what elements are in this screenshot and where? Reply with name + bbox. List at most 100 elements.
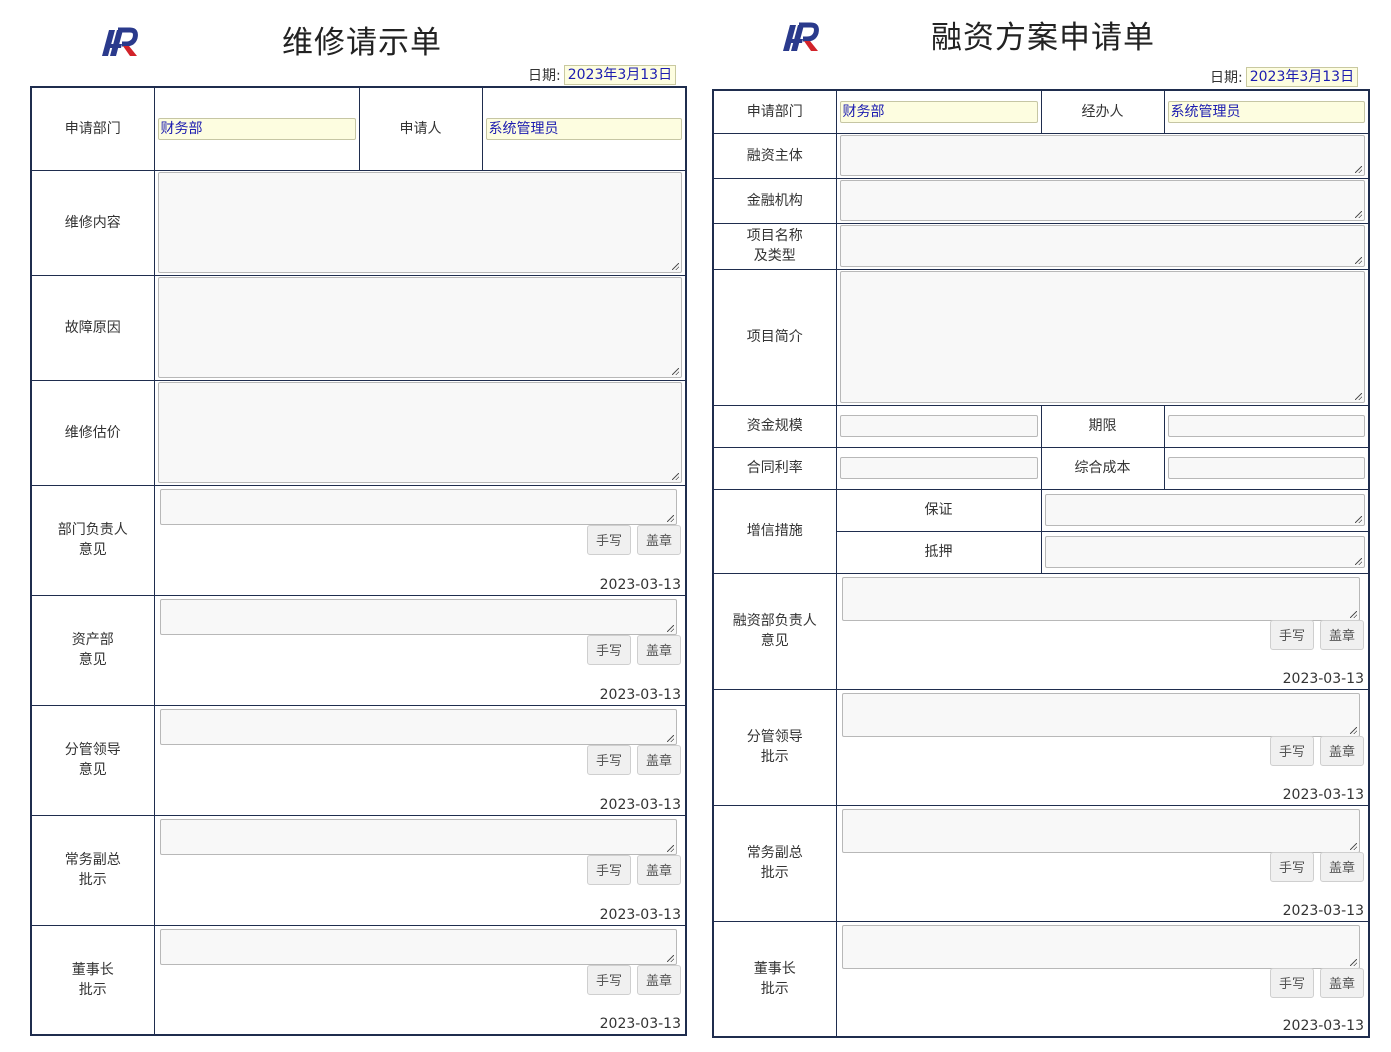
term-label: 期限 [1040,404,1165,448]
repair-content-label: 维修内容 [30,169,155,276]
handler-field[interactable]: 系统管理员 [1167,100,1365,123]
opinion-date: 2023-03-13 [599,1016,681,1032]
repair-date-label: 日期: [528,68,561,84]
opinion-cell: 手写 盖章 2023-03-13 [835,920,1370,1038]
company-logo-icon [783,22,819,51]
stamp-button[interactable]: 盖章 [637,964,681,995]
stamp-button[interactable]: 盖章 [1320,619,1364,650]
financing-subject-label: 融资主体 [712,132,837,179]
opinion-date: 2023-03-13 [599,686,681,703]
handwrite-button[interactable]: 手写 [1270,967,1314,998]
opinion-textarea[interactable] [159,818,677,855]
apply-dept-field[interactable]: 财务部 [839,100,1038,123]
capital-scale-input[interactable] [839,415,1038,437]
stamp-button[interactable]: 盖章 [637,744,681,775]
project-intro-textarea[interactable] [839,271,1365,403]
fault-cause-textarea[interactable] [157,277,682,378]
stamp-button[interactable]: 盖章 [637,524,681,555]
opinion-textarea[interactable] [159,488,677,525]
stamp-button[interactable]: 盖章 [1320,851,1364,882]
opinion-label: 董事长 批示 [712,920,837,1038]
repair-estimate-label: 维修估价 [30,379,155,486]
guarantee-label: 保证 [835,488,1042,532]
repair-date-row: 日期: 2023年3月13日 [528,64,677,86]
financing-date-row: 日期: 2023年3月13日 [1210,66,1359,88]
opinion-date: 2023-03-13 [1282,670,1364,687]
opinion-cell: 手写 盖章 2023-03-13 [835,688,1370,806]
opinion-label: 融资部负责人 意见 [712,572,837,690]
financing-date-field[interactable]: 2023年3月13日 [1245,67,1359,87]
stamp-button[interactable]: 盖章 [637,854,681,885]
opinion-textarea[interactable] [159,598,677,635]
apply-dept-label: 申请部门 [30,86,155,171]
guarantee-textarea[interactable] [1044,494,1365,526]
fault-cause-label: 故障原因 [30,274,155,381]
repair-form-title: 维修请示单 [282,25,442,61]
opinion-textarea[interactable] [841,808,1360,853]
handwrite-button[interactable]: 手写 [1270,735,1314,766]
repair-date-field[interactable]: 2023年3月13日 [563,65,677,85]
opinion-cell: 手写 盖章 2023-03-13 [153,814,687,926]
apply-dept-label: 申请部门 [712,89,837,134]
applicant-field[interactable]: 系统管理员 [485,117,682,140]
overall-cost-input[interactable] [1167,457,1365,479]
opinion-cell: 手写 盖章 2023-03-13 [835,572,1370,690]
opinion-label: 董事长 批示 [30,924,155,1036]
capital-scale-label: 资金规模 [712,404,837,448]
opinion-date: 2023-03-13 [599,906,681,923]
financial-institution-textarea[interactable] [839,180,1365,221]
financing-date-label: 日期: [1210,70,1243,86]
handwrite-button[interactable]: 手写 [587,744,631,775]
repair-estimate-textarea[interactable] [157,382,682,483]
opinion-label: 分管领导 批示 [712,688,837,806]
stamp-button[interactable]: 盖章 [1320,735,1364,766]
apply-dept-field[interactable]: 财务部 [157,117,356,140]
repair-content-textarea[interactable] [157,172,682,273]
opinion-label: 部门负责人 意见 [30,484,155,596]
opinion-textarea[interactable] [841,924,1360,969]
financing-form-table: 申请部门 财务部 经办人 系统管理员 融资主体 金融机构 项目名称 及类型 项目… [712,89,1370,1038]
opinion-cell: 手写 盖章 2023-03-13 [153,484,687,596]
stamp-button[interactable]: 盖章 [637,634,681,665]
opinion-date: 2023-03-13 [599,576,681,593]
handwrite-button[interactable]: 手写 [587,854,631,885]
contract-rate-input[interactable] [839,457,1038,479]
stamp-button[interactable]: 盖章 [1320,967,1364,998]
handwrite-button[interactable]: 手写 [587,634,631,665]
handwrite-button[interactable]: 手写 [587,964,631,995]
project-name-label: 项目名称 及类型 [712,222,837,270]
financing-subject-textarea[interactable] [839,135,1365,176]
opinion-label: 分管领导 意见 [30,704,155,816]
term-input[interactable] [1167,415,1365,437]
opinion-date: 2023-03-13 [1282,1018,1364,1034]
opinion-cell: 手写 盖章 2023-03-13 [153,594,687,706]
company-logo-icon [102,27,138,56]
opinion-date: 2023-03-13 [599,796,681,813]
opinion-label: 常务副总 批示 [712,804,837,922]
mortgage-textarea[interactable] [1044,536,1365,568]
repair-form-table: 申请部门 财务部 申请人 系统管理员 维修内容 故障原因 维修估价 部门负责人 … [30,86,687,1036]
handwrite-button[interactable]: 手写 [587,524,631,555]
opinion-textarea[interactable] [841,692,1360,737]
opinion-textarea[interactable] [159,928,677,965]
handwrite-button[interactable]: 手写 [1270,851,1314,882]
project-name-textarea[interactable] [839,225,1365,267]
opinion-label: 常务副总 批示 [30,814,155,926]
opinion-date: 2023-03-13 [1282,902,1364,919]
opinion-textarea[interactable] [159,708,677,745]
overall-cost-label: 综合成本 [1040,446,1165,490]
credit-enhancement-label: 增信措施 [712,488,837,574]
opinion-cell: 手写 盖章 2023-03-13 [153,704,687,816]
financing-form-title: 融资方案申请单 [931,20,1155,56]
contract-rate-label: 合同利率 [712,446,837,490]
handler-label: 经办人 [1040,89,1165,134]
financial-institution-label: 金融机构 [712,177,837,224]
opinion-date: 2023-03-13 [1282,786,1364,803]
handwrite-button[interactable]: 手写 [1270,619,1314,650]
project-intro-label: 项目简介 [712,268,837,406]
opinion-textarea[interactable] [841,576,1360,621]
opinion-cell: 手写 盖章 2023-03-13 [835,804,1370,922]
mortgage-label: 抵押 [835,530,1042,574]
opinion-cell: 手写 盖章 2023-03-13 [153,924,687,1036]
opinion-label: 资产部 意见 [30,594,155,706]
